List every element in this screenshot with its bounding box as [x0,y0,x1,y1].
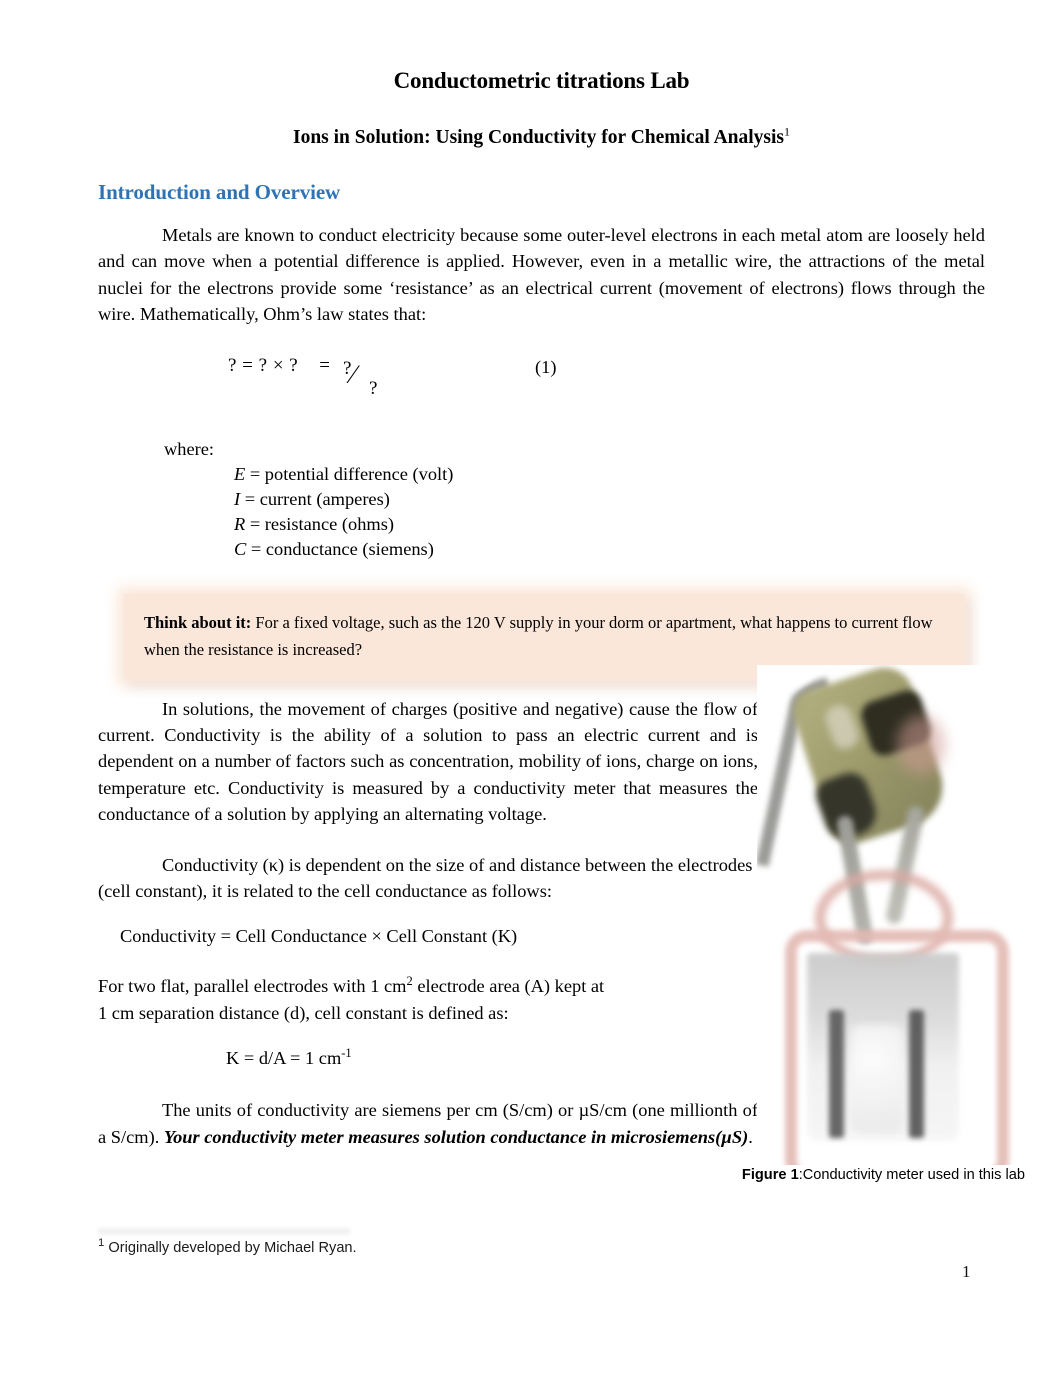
footnote-text: Originally developed by Michael Ryan. [104,1240,357,1256]
page-number: 1 [962,1262,971,1281]
definition-symbol-E: E [234,463,246,484]
document-page: Conductometric titrations Lab Ions in So… [0,0,1062,1377]
section-heading-introduction: Introduction and Overview [98,180,341,204]
footnote-1: 1 Originally developed by Michael Ryan. [98,1237,357,1256]
figure-caption: Figure 1:Conductivity meter used in this… [715,1167,1025,1183]
footnote-separator [98,1229,350,1236]
definition-symbol-C: C [234,538,247,559]
paragraph-solutions: In solutions, the movement of charges (p… [98,679,758,828]
figure-caption-label: Figure 1 [741,1167,799,1183]
paragraph-units: The units of conductivity are siemens pe… [98,1069,758,1150]
definition-symbol-R: R [234,513,246,534]
where-label: where: [164,438,215,459]
document-subtitle: Ions in Solution: Using Conductivity for… [98,94,985,149]
definition-R: R = resistance (ohms) [164,512,985,537]
paragraph-cell-constant: Conductivity (κ) is dependent on the siz… [98,854,753,902]
units-end-text: . [748,1126,753,1147]
definition-text-I: = current (amperes) [240,488,390,509]
definition-text-E: = potential difference (volt) [245,463,454,484]
page-title: Conductometric titrations Lab [393,68,690,93]
k-equation-superscript: -1 [341,1046,352,1061]
definition-C: C = conductance (siemens) [164,537,985,562]
electrode-right [909,1010,924,1138]
red-highlight-smudge [897,715,945,775]
beaker-liquid-highlight [851,1025,903,1133]
callout-text: For a fixed voltage, such as the 120 V s… [144,612,933,659]
equation-fraction-bar: ⁄ [350,359,356,389]
units-emphasis-text: Your conductivity meter measures solutio… [163,1126,749,1147]
definition-I: I = current (amperes) [164,487,985,512]
equation-denominator: ? [368,377,378,399]
paragraph-electrodes: For two flat, parallel electrodes with 1… [98,947,758,1026]
paragraph-intro: Metals are known to conduct electricity … [98,225,985,325]
conductivity-meter-photo [757,665,1022,1165]
equation-expression: ? = ? × ? = ? ⁄? [228,354,383,399]
electrodes-line2: 1 cm separation distance (d), cell const… [98,1002,509,1023]
definition-E: E = potential difference (volt) [164,462,985,487]
where-block: where: E = potential difference (volt) I… [98,417,985,562]
equation-left-side: ? = ? × ? = [228,354,341,376]
equation-ohms-law: ? = ? × ? = ? ⁄? (1) [98,328,985,417]
electrode-left [829,1010,844,1138]
callout-label: Think about it: [144,612,252,632]
electrodes-line1-a: For two flat, parallel electrodes with 1… [98,976,407,997]
figure-1: Figure 1:Conductivity meter used in this… [742,665,1025,1195]
figure-caption-text: :Conductivity meter used in this lab [798,1167,1025,1183]
document-subtitle-text: Ions in Solution: Using Conductivity for… [292,127,785,148]
paragraph-solutions-text: In solutions, the movement of charges (p… [98,698,758,825]
definition-text-C: = conductance (siemens) [246,538,434,559]
k-equation-text: K = d/A = 1 cm [226,1048,342,1069]
footnote-reference-marker: 1 [784,124,791,139]
electrodes-line1-b: electrode area (A) kept at [412,976,605,997]
definition-text-R: = resistance (ohms) [245,513,395,534]
equation-number: (1) [535,356,557,377]
